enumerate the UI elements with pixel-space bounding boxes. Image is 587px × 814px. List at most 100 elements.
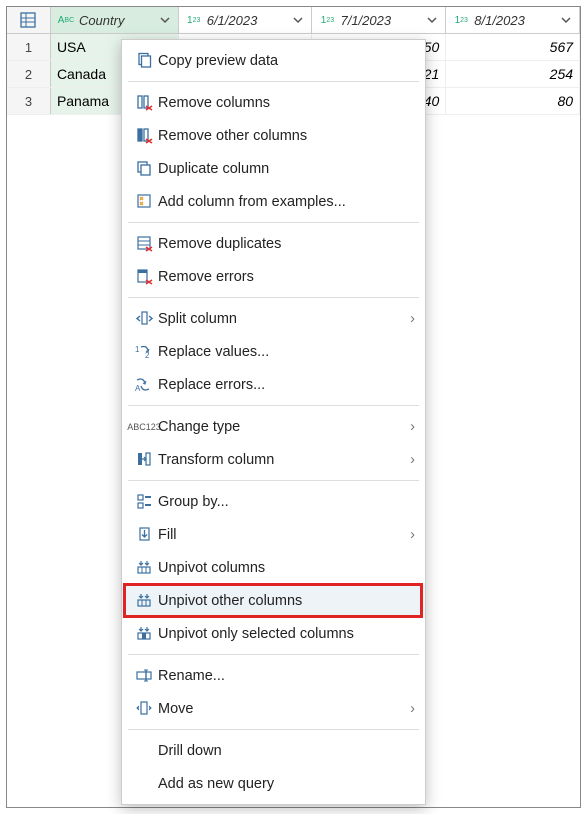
menu-label: Change type xyxy=(158,419,410,435)
menu-separator xyxy=(128,297,419,298)
menu-fill[interactable]: Fill › xyxy=(122,518,425,551)
menu-transform-column[interactable]: Transform column › xyxy=(122,443,425,476)
menu-remove-duplicates[interactable]: Remove duplicates xyxy=(122,227,425,260)
menu-remove-other-columns[interactable]: Remove other columns xyxy=(122,119,425,152)
number-type-icon: 123 xyxy=(183,15,205,26)
move-icon xyxy=(130,700,158,717)
menu-group-by[interactable]: Group by... xyxy=(122,485,425,518)
menu-label: Unpivot only selected columns xyxy=(158,626,415,642)
menu-label: Add column from examples... xyxy=(158,194,415,210)
column-label: 6/1/2023 xyxy=(205,13,290,28)
menu-label: Replace errors... xyxy=(158,377,415,393)
remove-errors-icon xyxy=(130,268,158,285)
context-menu: Copy preview data Remove columns Remove … xyxy=(121,39,426,805)
menu-add-as-new-query[interactable]: Add as new query xyxy=(122,767,425,800)
rename-icon xyxy=(130,667,158,684)
replace-errors-icon: A xyxy=(130,376,158,393)
column-dropdown-icon[interactable] xyxy=(156,11,174,29)
menu-separator xyxy=(128,480,419,481)
menu-separator xyxy=(128,729,419,730)
number-type-icon: 123 xyxy=(450,15,472,26)
app-frame: ABC Country 123 6/1/2023 123 7/1/2023 12… xyxy=(6,6,581,808)
svg-text:A: A xyxy=(135,384,141,393)
submenu-chevron-icon: › xyxy=(410,452,415,468)
cell-value[interactable]: 254 xyxy=(446,61,580,87)
menu-separator xyxy=(128,405,419,406)
menu-add-column-from-examples[interactable]: Add column from examples... xyxy=(122,185,425,218)
column-label: 7/1/2023 xyxy=(338,13,423,28)
submenu-chevron-icon: › xyxy=(410,419,415,435)
submenu-chevron-icon: › xyxy=(410,311,415,327)
duplicate-icon xyxy=(130,160,158,177)
transform-column-icon xyxy=(130,451,158,468)
menu-separator xyxy=(128,81,419,82)
submenu-chevron-icon: › xyxy=(410,701,415,717)
column-label: Country xyxy=(77,13,156,28)
cell-value[interactable]: 567 xyxy=(446,34,580,60)
row-number-header[interactable] xyxy=(7,7,51,33)
menu-separator xyxy=(128,654,419,655)
unpivot-selected-icon xyxy=(130,625,158,642)
menu-copy-preview-data[interactable]: Copy preview data xyxy=(122,44,425,77)
split-column-icon xyxy=(130,310,158,327)
number-type-icon: 123 xyxy=(316,15,338,26)
replace-values-icon: 12 xyxy=(130,343,158,360)
column-header-country[interactable]: ABC Country xyxy=(51,7,179,33)
menu-replace-errors[interactable]: A Replace errors... xyxy=(122,368,425,401)
column-label: 8/1/2023 xyxy=(472,13,557,28)
menu-label: Copy preview data xyxy=(158,53,415,69)
column-header-7-1-2023[interactable]: 123 7/1/2023 xyxy=(312,7,446,33)
row-number[interactable]: 1 xyxy=(7,34,51,60)
fill-icon xyxy=(130,526,158,543)
menu-label: Drill down xyxy=(158,743,415,759)
row-number[interactable]: 2 xyxy=(7,61,51,87)
menu-label: Group by... xyxy=(158,494,415,510)
add-column-examples-icon xyxy=(130,193,158,210)
menu-label: Split column xyxy=(158,311,410,327)
menu-label: Rename... xyxy=(158,668,415,684)
menu-label: Move xyxy=(158,701,410,717)
menu-label: Duplicate column xyxy=(158,161,415,177)
menu-label: Remove columns xyxy=(158,95,415,111)
column-dropdown-icon[interactable] xyxy=(423,11,441,29)
group-by-icon xyxy=(130,493,158,510)
menu-separator xyxy=(128,222,419,223)
menu-label: Unpivot other columns xyxy=(158,593,415,609)
unpivot-other-icon xyxy=(130,592,158,609)
menu-unpivot-columns[interactable]: Unpivot columns xyxy=(122,551,425,584)
menu-move[interactable]: Move › xyxy=(122,692,425,725)
menu-change-type[interactable]: ABC123 Change type › xyxy=(122,410,425,443)
table-icon xyxy=(19,11,37,29)
remove-duplicates-icon xyxy=(130,235,158,252)
remove-columns-icon xyxy=(130,94,158,111)
menu-label: Remove other columns xyxy=(158,128,415,144)
submenu-chevron-icon: › xyxy=(410,527,415,543)
menu-label: Replace values... xyxy=(158,344,415,360)
menu-unpivot-only-selected-columns[interactable]: Unpivot only selected columns xyxy=(122,617,425,650)
cell-value[interactable]: 80 xyxy=(446,88,580,114)
menu-unpivot-other-columns[interactable]: Unpivot other columns xyxy=(122,584,425,617)
menu-duplicate-column[interactable]: Duplicate column xyxy=(122,152,425,185)
menu-split-column[interactable]: Split column › xyxy=(122,302,425,335)
column-header-6-1-2023[interactable]: 123 6/1/2023 xyxy=(179,7,313,33)
menu-rename[interactable]: Rename... xyxy=(122,659,425,692)
menu-label: Remove errors xyxy=(158,269,415,285)
svg-text:1: 1 xyxy=(135,345,140,354)
change-type-icon: ABC123 xyxy=(130,423,158,431)
column-dropdown-icon[interactable] xyxy=(289,11,307,29)
menu-replace-values[interactable]: 12 Replace values... xyxy=(122,335,425,368)
column-header-8-1-2023[interactable]: 123 8/1/2023 xyxy=(446,7,580,33)
menu-remove-columns[interactable]: Remove columns xyxy=(122,86,425,119)
menu-label: Add as new query xyxy=(158,776,415,792)
menu-label: Remove duplicates xyxy=(158,236,415,252)
menu-label: Transform column xyxy=(158,452,410,468)
menu-drill-down[interactable]: Drill down xyxy=(122,734,425,767)
copy-icon xyxy=(130,52,158,69)
remove-other-columns-icon xyxy=(130,127,158,144)
grid-header: ABC Country 123 6/1/2023 123 7/1/2023 12… xyxy=(7,7,580,34)
menu-remove-errors[interactable]: Remove errors xyxy=(122,260,425,293)
column-dropdown-icon[interactable] xyxy=(557,11,575,29)
row-number[interactable]: 3 xyxy=(7,88,51,114)
svg-text:2: 2 xyxy=(145,351,150,360)
menu-label: Unpivot columns xyxy=(158,560,415,576)
